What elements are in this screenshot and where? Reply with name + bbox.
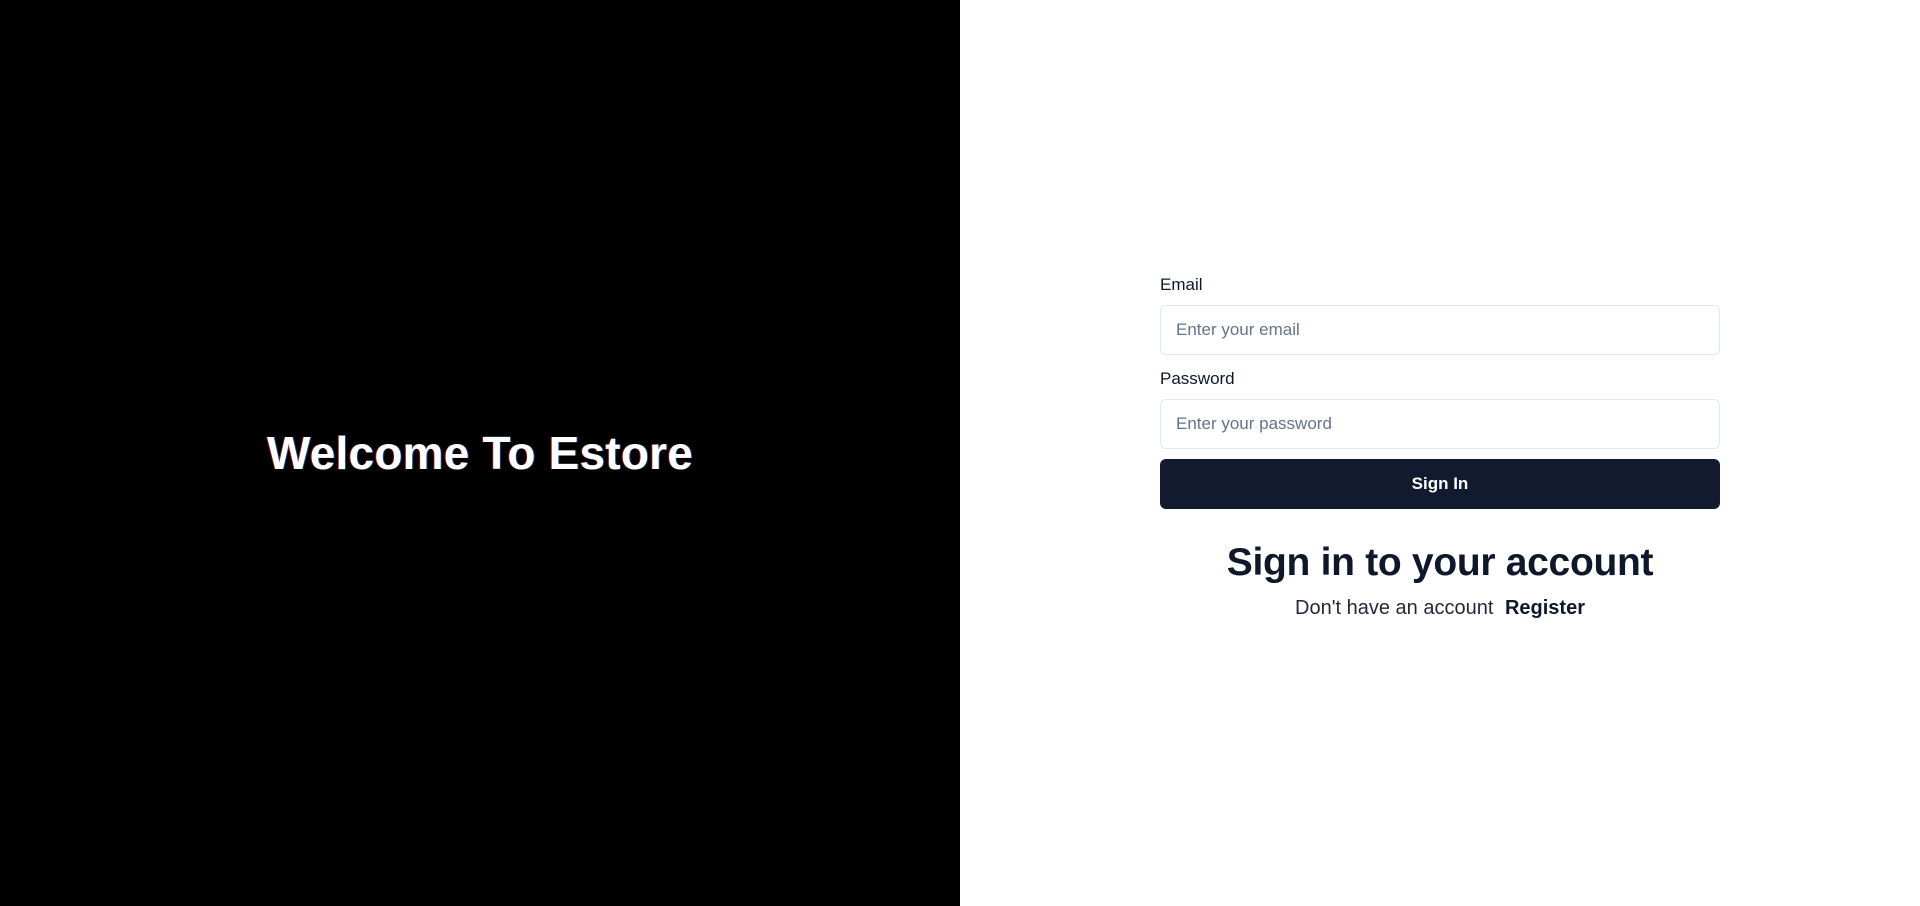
register-link[interactable]: Register — [1505, 597, 1585, 619]
login-form: Email Password Sign In Sign in to your a… — [1160, 275, 1720, 620]
sign-in-button[interactable]: Sign In — [1160, 459, 1720, 509]
password-label: Password — [1160, 369, 1235, 388]
welcome-title: Welcome To Estore — [266, 426, 694, 479]
login-page: Welcome To Estore Email Password Sign In… — [0, 0, 1920, 906]
email-label: Email — [1160, 275, 1203, 294]
password-input[interactable] — [1160, 399, 1720, 449]
welcome-panel: Welcome To Estore — [0, 0, 960, 906]
register-prompt-text: Don't have an account — [1295, 597, 1494, 619]
register-prompt-line: Don't have an account Register — [1160, 597, 1720, 620]
email-input[interactable] — [1160, 305, 1720, 355]
sign-in-heading: Sign in to your account — [1226, 541, 1654, 584]
login-panel: Email Password Sign In Sign in to your a… — [960, 0, 1920, 906]
